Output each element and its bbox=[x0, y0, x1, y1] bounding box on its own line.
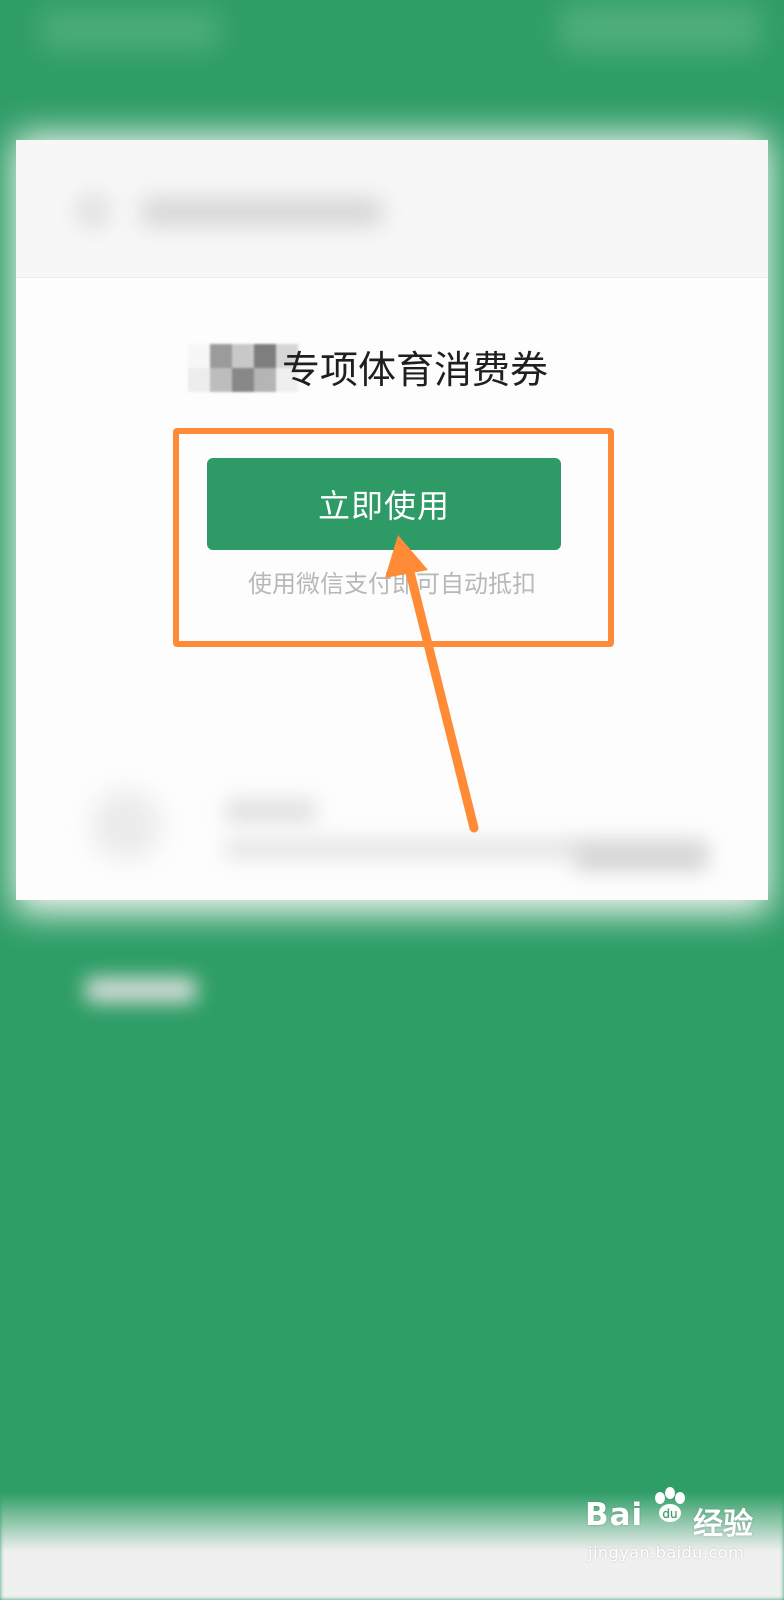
blurred-header-left bbox=[40, 10, 220, 50]
blurred-value bbox=[576, 846, 706, 870]
blurred-icon bbox=[91, 790, 161, 860]
merchant-name-blur bbox=[142, 198, 382, 226]
annotation-highlight-box bbox=[173, 428, 614, 647]
merchant-avatar bbox=[72, 190, 114, 232]
coupon-title: 专项体育消费券 bbox=[282, 348, 549, 392]
watermark-brand: Bai bbox=[585, 1497, 644, 1533]
paw-icon: du bbox=[655, 1487, 685, 1522]
top-header bbox=[0, 0, 784, 150]
blurred-header-right bbox=[560, 4, 760, 52]
svg-text:du: du bbox=[662, 1507, 677, 1521]
card-header bbox=[16, 140, 768, 278]
blurred-label bbox=[226, 800, 316, 822]
baidu-jingyan-watermark: Bai du 经验 jingyan.baidu.com bbox=[585, 1485, 771, 1585]
blurred-footer-text bbox=[86, 978, 196, 1002]
watermark-domain: jingyan.baidu.com bbox=[588, 1543, 745, 1562]
watermark-suffix: 经验 bbox=[693, 1507, 753, 1542]
